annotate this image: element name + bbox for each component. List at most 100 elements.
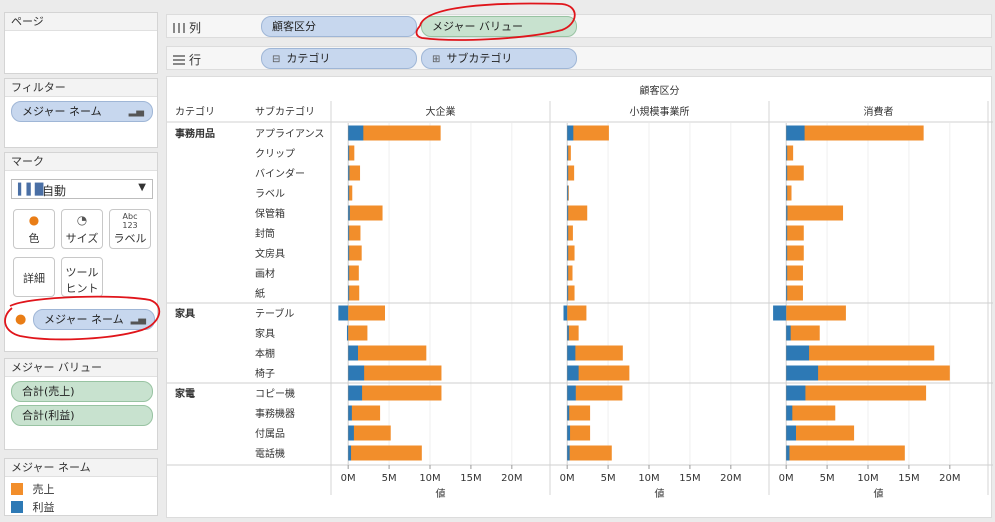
profit-bar (786, 445, 790, 461)
marks-panel[interactable]: マーク ▍▌█ 自動 ▼ ● 色 ◔ サイズ Abc 123 ラベル 詳細 ツール… (4, 152, 158, 352)
profit-bar (786, 205, 788, 221)
rows-icon (173, 55, 185, 65)
subcategory-label: アプライアンス (255, 128, 324, 140)
segment-header: 小規模事業所 (630, 105, 690, 118)
profit-bar (567, 245, 569, 261)
profit-bar (786, 125, 805, 141)
segment-header: 大企業 (426, 105, 456, 118)
tooltip-button-line1: ツール (65, 266, 99, 279)
rows-shelf-label: 行 (173, 51, 201, 68)
color-button[interactable]: ● 色 (13, 209, 55, 249)
filters-panel[interactable]: フィルター メジャー ネーム ▂▄ (4, 78, 158, 148)
columns-pill-measure-values[interactable]: メジャー バリュー (421, 16, 577, 37)
profit-bar (786, 405, 793, 421)
marks-panel-title: マーク (5, 153, 157, 171)
rows-pill-category[interactable]: ⊟ カテゴリ (261, 48, 417, 69)
x-tick-label: 15M (679, 473, 700, 484)
sales-bar (567, 305, 587, 321)
profit-bar (348, 165, 350, 181)
chart-area[interactable]: 顧客区分 カテゴリ サブカテゴリ 大企業 小規模事業所 消費者 事務用品 アプライアンス クリッ… (166, 76, 993, 518)
x-tick-label: 20M (720, 473, 741, 484)
measure-pill-sales[interactable]: 合計(売上) (11, 381, 153, 402)
sales-bar (786, 225, 804, 241)
sales-bar (567, 245, 575, 261)
rows-pill-label: カテゴリ (286, 52, 331, 65)
x-tick-label: 15M (460, 473, 481, 484)
profit-bar (348, 185, 350, 201)
sales-bar (348, 245, 362, 261)
rows-pill-subcategory[interactable]: ⊞ サブカテゴリ (421, 48, 577, 69)
profit-bar (348, 385, 363, 401)
size-button[interactable]: ◔ サイズ (61, 209, 103, 249)
detail-button[interactable]: 詳細 (13, 257, 55, 297)
sales-bar (786, 125, 924, 141)
profit-bar (567, 325, 569, 341)
measure-values-panel[interactable]: メジャー バリュー 合計(売上) 合計(利益) (4, 358, 158, 450)
filters-panel-title: フィルター (5, 79, 157, 97)
category-label: 家具 (175, 307, 195, 320)
segment-header: 消費者 (864, 105, 894, 118)
profit-bar (773, 305, 787, 321)
columns-shelf[interactable]: 列 顧客区分 メジャー バリュー (166, 14, 992, 38)
sales-bar (786, 285, 803, 301)
legend-item-profit[interactable]: 利益 (11, 499, 55, 514)
filter-pill-label: メジャー ネーム (22, 105, 102, 118)
label-icon-123: 123 (122, 221, 138, 230)
chevron-down-icon: ▼ (138, 182, 146, 193)
legend-swatch-sales (11, 483, 23, 495)
profit-bar (348, 425, 354, 441)
measure-pill-label: 合計(利益) (22, 409, 75, 422)
size-icon: ◔ (76, 213, 88, 227)
profit-bar (567, 445, 570, 461)
mark-type-dropdown[interactable]: ▍▌█ 自動 ▼ (11, 179, 153, 199)
sales-bar (567, 445, 612, 461)
subcategory-label: 保管箱 (255, 207, 285, 220)
sales-bar (786, 165, 804, 181)
profit-bar (348, 245, 350, 261)
sales-bar (786, 305, 846, 321)
profit-bar (567, 345, 576, 361)
x-tick-label: 10M (638, 473, 659, 484)
sales-bar (786, 425, 855, 441)
measure-pill-profit[interactable]: 合計(利益) (11, 405, 153, 426)
sales-bar (786, 145, 794, 161)
sales-bar (348, 225, 361, 241)
bar-chart: 顧客区分カテゴリ サブカテゴリ 大企業 小規模事業所 消費者事務用品 アプライアンスクリッ… (167, 84, 993, 500)
subcategory-label: 画材 (255, 267, 275, 280)
profit-bar (348, 365, 365, 381)
legend-panel[interactable]: メジャー ネーム 売上 利益 (4, 458, 158, 516)
color-pill-label: メジャー ネーム (44, 313, 124, 326)
sales-bar (567, 425, 591, 441)
subcategory-label: 紙 (255, 287, 265, 300)
label-icon-abc: Abc (122, 212, 138, 221)
profit-bar (567, 265, 569, 281)
subcategory-label: 封筒 (255, 227, 275, 240)
pages-panel[interactable]: ページ (4, 12, 158, 74)
label-button-label: ラベル (113, 232, 147, 245)
rows-label-text: 行 (189, 53, 202, 67)
sales-bar (348, 425, 391, 441)
color-button-label: 色 (28, 232, 40, 245)
sales-bar (348, 305, 385, 321)
size-button-label: サイズ (65, 232, 99, 245)
sales-bar (348, 325, 368, 341)
profit-bar (786, 425, 796, 441)
tooltip-button[interactable]: ツール ヒント (61, 257, 103, 297)
sort-icon: ▂▄ (130, 314, 146, 325)
color-pill-measure-names[interactable]: メジャー ネーム ▂▄ (33, 309, 155, 330)
profit-bar (786, 165, 788, 181)
profit-bar (786, 245, 788, 261)
legend-item-sales[interactable]: 売上 (11, 481, 55, 496)
columns-pill-segment[interactable]: 顧客区分 (261, 16, 417, 37)
x-tick-label: 0M (779, 473, 794, 484)
label-button[interactable]: Abc 123 ラベル (109, 209, 151, 249)
filter-pill-measure-names[interactable]: メジャー ネーム ▂▄ (11, 101, 153, 122)
legend-label-sales: 売上 (32, 483, 55, 496)
subcategory-label: バインダー (255, 167, 305, 180)
rows-shelf[interactable]: 行 ⊟ カテゴリ ⊞ サブカテゴリ (166, 46, 992, 70)
subcategory-label: コピー機 (255, 387, 295, 400)
sales-bar (348, 165, 361, 181)
bar-chart-icon: ▍▌█ (18, 183, 44, 196)
sales-bar (348, 345, 427, 361)
profit-bar (567, 405, 570, 421)
